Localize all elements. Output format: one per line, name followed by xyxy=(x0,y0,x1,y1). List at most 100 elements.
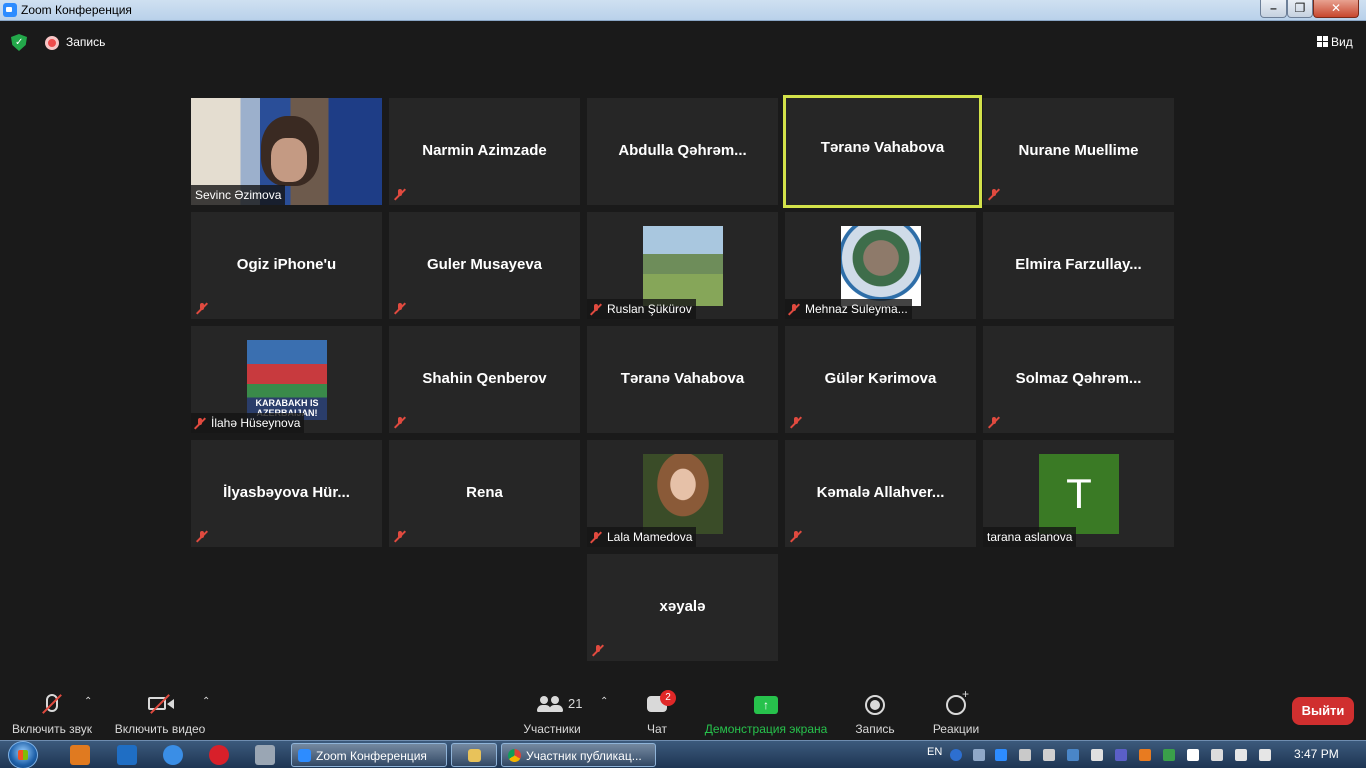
help-icon[interactable] xyxy=(950,749,962,761)
unmute-button[interactable]: Включить звук xyxy=(8,688,96,738)
close-button[interactable]: ✕ xyxy=(1313,0,1359,18)
participant-tile[interactable]: xəyalə xyxy=(587,554,778,661)
participant-name: Lala Mamedova xyxy=(607,530,693,544)
participant-tile[interactable]: Ruslan Şükürov xyxy=(587,212,778,319)
network-signal-icon[interactable] xyxy=(1259,749,1271,761)
participant-tile[interactable]: Gülər Kərimova xyxy=(785,326,976,433)
participant-name: Nurane Muellime xyxy=(1018,142,1139,159)
participant-tile[interactable]: Narmin Azimzade xyxy=(389,98,580,205)
volume-icon[interactable] xyxy=(1235,749,1247,761)
network-drive-icon[interactable] xyxy=(1067,749,1079,761)
participant-name: Solmaz Qəhrəm... xyxy=(1015,370,1142,387)
profile-picture xyxy=(643,226,723,306)
device-icon[interactable] xyxy=(1211,749,1223,761)
participants-button[interactable]: 21 Участники xyxy=(520,688,584,738)
outlook-icon[interactable] xyxy=(117,745,137,765)
chat-button[interactable]: 2 Чат xyxy=(632,688,682,738)
participant-tile[interactable]: Ttarana aslanova xyxy=(983,440,1174,547)
muted-microphone-icon xyxy=(989,188,999,200)
profile-picture xyxy=(643,454,723,534)
participant-tile[interactable]: Abdulla Qəhrəm... xyxy=(587,98,778,205)
participant-tile[interactable]: Elmira Farzullay... xyxy=(983,212,1174,319)
taskbar-item-explorer[interactable] xyxy=(451,743,497,767)
record-button[interactable]: Запись xyxy=(850,688,900,738)
check-icon: ✓ xyxy=(15,37,24,48)
participant-name: Kəmalə Allahver... xyxy=(816,484,945,501)
window-title: Zoom Конференция xyxy=(21,3,132,17)
start-video-label: Включить видео xyxy=(114,722,206,736)
participant-tile[interactable]: Ogiz iPhone'u xyxy=(191,212,382,319)
participant-tile[interactable]: KARABAKH IS AZERBAIJAN!İlahə Hüseynova xyxy=(191,326,382,433)
participant-tile[interactable]: Solmaz Qəhrəm... xyxy=(983,326,1174,433)
taskbar-item-zoom[interactable]: Zoom Конференция xyxy=(291,743,447,767)
muted-microphone-icon xyxy=(591,531,601,543)
video-options-chevron-icon[interactable]: ⌃ xyxy=(202,696,210,707)
show-hidden-icons-icon[interactable] xyxy=(973,749,985,761)
zoom-icon xyxy=(298,749,311,762)
start-button[interactable] xyxy=(8,741,38,768)
participant-name: Rena xyxy=(466,484,503,501)
internet-explorer-icon[interactable] xyxy=(163,745,183,765)
minimize-button[interactable]: – xyxy=(1260,0,1287,18)
recording-indicator[interactable]: Запись xyxy=(66,35,105,49)
muted-microphone-icon xyxy=(395,188,405,200)
zoom-tray-icon[interactable] xyxy=(995,749,1007,761)
participant-name: Təranə Vahabova xyxy=(620,370,745,387)
meeting-toolbar: Включить звук ⌃ Включить видео ⌃ 21 Учас… xyxy=(0,684,1366,740)
participant-label: Lala Mamedova xyxy=(587,527,697,547)
windows-taskbar: Zoom Конференция Участник публикац... EN… xyxy=(0,740,1366,768)
start-video-button[interactable]: Включить видео xyxy=(112,688,208,738)
participant-tile[interactable]: Təranə Vahabova xyxy=(587,326,778,433)
participant-tile[interactable]: Guler Musayeva xyxy=(389,212,580,319)
muted-microphone-icon xyxy=(197,530,207,542)
participant-label: Mehnaz Suleyma... xyxy=(785,299,912,319)
reactions-icon xyxy=(946,687,969,715)
share-screen-button[interactable]: ↑ Демонстрация экрана xyxy=(700,688,832,738)
participant-name: İlyasbəyova Hür... xyxy=(223,484,350,501)
maximize-button[interactable]: ❐ xyxy=(1287,0,1313,18)
security-icon[interactable] xyxy=(1163,749,1175,761)
participant-name: tarana aslanova xyxy=(987,530,1073,544)
participant-name: Guler Musayeva xyxy=(426,256,543,273)
restore-icon: ❐ xyxy=(1294,1,1306,15)
settings-icon[interactable] xyxy=(1043,749,1055,761)
participant-label: İlahə Hüseynova xyxy=(191,413,305,433)
recording-icon xyxy=(45,36,59,50)
app-tray-icon[interactable] xyxy=(1139,749,1151,761)
monitor-icon[interactable] xyxy=(1091,749,1103,761)
participant-name: Təranə Vahabova xyxy=(820,139,945,156)
participant-tile[interactable]: Rena xyxy=(389,440,580,547)
tool-icon[interactable] xyxy=(1019,749,1031,761)
participants-options-chevron-icon[interactable]: ⌃ xyxy=(600,696,608,707)
action-center-flag-icon[interactable] xyxy=(1187,749,1199,761)
teams-icon[interactable] xyxy=(1115,749,1127,761)
muted-microphone-icon xyxy=(395,416,405,428)
share-screen-label: Демонстрация экрана xyxy=(704,722,828,736)
grid-view-icon[interactable] xyxy=(1317,36,1328,47)
taskbar-item-chrome[interactable]: Участник публикац... xyxy=(501,743,656,767)
language-indicator[interactable]: EN xyxy=(927,746,942,758)
participant-label: Sevinc Əzimova xyxy=(191,185,286,205)
participant-tile[interactable]: Kəmalə Allahver... xyxy=(785,440,976,547)
calculator-icon[interactable] xyxy=(255,745,275,765)
participant-tile[interactable]: Nurane Muellime xyxy=(983,98,1174,205)
participant-tile[interactable]: Mehnaz Suleyma... xyxy=(785,212,976,319)
participant-tile[interactable]: Sevinc Əzimova xyxy=(191,98,382,205)
muted-microphone-icon xyxy=(591,303,601,315)
reactions-button[interactable]: Реакции xyxy=(928,687,984,738)
participants-label: Участники xyxy=(523,722,581,736)
audio-options-chevron-icon[interactable]: ⌃ xyxy=(84,696,92,707)
view-button[interactable]: Вид xyxy=(1331,35,1353,49)
muted-microphone-icon xyxy=(395,302,405,314)
participant-tile[interactable]: İlyasbəyova Hür... xyxy=(191,440,382,547)
opera-icon[interactable] xyxy=(209,745,229,765)
participant-name: Ruslan Şükürov xyxy=(607,302,692,316)
participant-tile[interactable]: Lala Mamedova xyxy=(587,440,778,547)
muted-microphone-icon xyxy=(395,530,405,542)
participant-tile[interactable]: Təranə Vahabova xyxy=(783,95,982,208)
participant-tile[interactable]: Shahin Qenberov xyxy=(389,326,580,433)
media-player-icon[interactable] xyxy=(70,745,90,765)
participant-name: Narmin Azimzade xyxy=(422,142,547,159)
leave-meeting-button[interactable]: Выйти xyxy=(1292,697,1354,725)
taskbar-clock[interactable]: 3:47 PM xyxy=(1294,747,1339,761)
